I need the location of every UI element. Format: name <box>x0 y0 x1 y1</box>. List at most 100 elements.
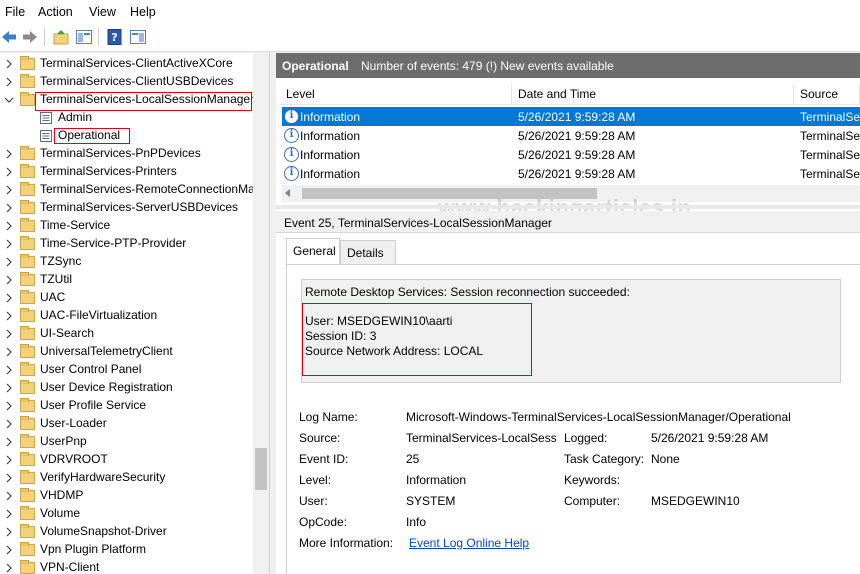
chevron-right-icon[interactable] <box>4 184 14 196</box>
chevron-down-icon[interactable] <box>4 94 14 106</box>
tree-item[interactable]: User Device Registration <box>0 379 260 397</box>
column-header-source[interactable]: Source <box>794 83 860 105</box>
tree-scrollbar[interactable] <box>253 53 269 574</box>
folder-icon <box>20 380 35 394</box>
tree-item[interactable]: User Control Panel <box>0 361 260 379</box>
tree-item[interactable]: TerminalServices-ServerUSBDevices <box>0 199 260 217</box>
chevron-right-icon[interactable] <box>4 274 14 286</box>
chevron-right-icon[interactable] <box>4 490 14 502</box>
column-header-level[interactable]: Level <box>280 83 512 105</box>
chevron-right-icon[interactable] <box>4 364 14 376</box>
chevron-right-icon[interactable] <box>4 436 14 448</box>
event-log-online-help-link[interactable]: Event Log Online Help <box>409 536 529 550</box>
tree-item[interactable]: TerminalServices-ClientUSBDevices <box>0 73 260 91</box>
chevron-right-icon[interactable] <box>4 238 14 250</box>
chevron-right-icon[interactable] <box>4 76 14 88</box>
tree-item[interactable]: VerifyHardwareSecurity <box>0 469 260 487</box>
tree-item[interactable]: TerminalServices-Printers <box>0 163 260 181</box>
chevron-right-icon[interactable] <box>4 400 14 412</box>
tree-item[interactable]: TZSync <box>0 253 260 271</box>
tree-scrollbar-thumb[interactable] <box>255 448 267 490</box>
scroll-left-icon[interactable] <box>285 189 290 197</box>
chevron-right-icon[interactable] <box>4 310 14 322</box>
column-header-date-time[interactable]: Date and Time <box>512 83 794 105</box>
tree-item-label: User-Loader <box>40 416 107 430</box>
keywords-label: Keywords: <box>564 473 621 487</box>
tree-item[interactable]: Operational <box>0 127 260 145</box>
tree-item-label: VPN-Client <box>40 560 100 574</box>
tree-item[interactable]: TerminalServices-PnPDevices <box>0 145 260 163</box>
folder-icon <box>20 488 35 502</box>
tree-item[interactable]: UI-Search <box>0 325 260 343</box>
tree-item[interactable]: VPN-Client <box>0 559 260 574</box>
chevron-right-icon[interactable] <box>4 418 14 430</box>
tree-item[interactable]: TZUtil <box>0 271 260 289</box>
chevron-right-icon[interactable] <box>4 166 14 178</box>
chevron-right-icon[interactable] <box>4 58 14 70</box>
chevron-right-icon[interactable] <box>4 382 14 394</box>
tree-item[interactable]: VHDMP <box>0 487 260 505</box>
tree-item[interactable]: Time-Service <box>0 217 260 235</box>
tree-item[interactable]: TerminalServices-ClientActiveXCore <box>0 55 260 73</box>
chevron-right-icon[interactable] <box>4 220 14 232</box>
main-pane: Operational Number of events: 479 (!) Ne… <box>276 53 860 574</box>
show-hide-action-pane-icon[interactable] <box>129 28 147 46</box>
tree-item[interactable]: User-Loader <box>0 415 260 433</box>
task-category-label: Task Category: <box>564 452 645 466</box>
event-row[interactable]: i Information 5/26/2021 9:59:28 AM Terminal… <box>282 126 860 145</box>
menu-action[interactable]: Action <box>38 5 73 19</box>
tree-item[interactable]: VDRVROOT <box>0 451 260 469</box>
tree-item[interactable]: UAC <box>0 289 260 307</box>
tree-item-label: UniversalTelemetryClient <box>40 344 173 358</box>
chevron-right-icon[interactable] <box>4 346 14 358</box>
chevron-right-icon[interactable] <box>4 526 14 538</box>
toolbar: ? <box>0 24 860 52</box>
folder-icon <box>20 182 35 196</box>
message-line: Remote Desktop Services: Session reconne… <box>305 285 630 299</box>
tree-item[interactable]: VolumeSnapshot-Driver <box>0 523 260 541</box>
chevron-right-icon[interactable] <box>4 292 14 304</box>
tree-item[interactable]: Admin <box>0 109 260 127</box>
event-row[interactable]: i Information 5/26/2021 9:59:28 AM Terminal… <box>282 107 860 126</box>
event-source: TerminalServices-LocalSessionManager <box>800 110 860 124</box>
tree-item-label: VerifyHardwareSecurity <box>40 470 166 484</box>
tree-item[interactable]: UAC-FileVirtualization <box>0 307 260 325</box>
pane-splitter[interactable] <box>276 205 860 209</box>
menu-file[interactable]: File <box>5 5 25 19</box>
chevron-right-icon[interactable] <box>4 544 14 556</box>
tree-item[interactable]: Vpn Plugin Platform <box>0 541 260 559</box>
menu-help[interactable]: Help <box>130 5 156 19</box>
general-panel: Remote Desktop Services: Session reconne… <box>286 264 860 574</box>
tree-item[interactable]: UserPnp <box>0 433 260 451</box>
highlight-box <box>302 303 532 376</box>
chevron-right-icon[interactable] <box>4 562 14 574</box>
chevron-right-icon[interactable] <box>4 328 14 340</box>
highlight-box <box>54 128 130 144</box>
tree-item-label: TerminalServices-ClientActiveXCore <box>40 56 233 70</box>
chevron-right-icon[interactable] <box>4 202 14 214</box>
tree-item[interactable]: UniversalTelemetryClient <box>0 343 260 361</box>
forward-arrow-icon[interactable] <box>21 28 39 46</box>
chevron-right-icon[interactable] <box>4 256 14 268</box>
log-title: Operational <box>282 59 349 73</box>
tab-general[interactable]: General <box>286 238 340 265</box>
folder-icon <box>20 398 35 412</box>
up-folder-icon[interactable] <box>52 28 70 46</box>
log-tree-pane[interactable]: TerminalServices-ClientActiveXCore Termin… <box>0 53 270 574</box>
chevron-right-icon[interactable] <box>4 472 14 484</box>
event-row[interactable]: i Information 5/26/2021 9:59:28 AM Terminal… <box>282 164 860 183</box>
event-row[interactable]: i Information 5/26/2021 9:59:28 AM Terminal… <box>282 145 860 164</box>
tree-item[interactable]: Volume <box>0 505 260 523</box>
tree-item[interactable]: Time-Service-PTP-Provider <box>0 235 260 253</box>
chevron-right-icon[interactable] <box>4 508 14 520</box>
chevron-right-icon[interactable] <box>4 454 14 466</box>
tab-details[interactable]: Details <box>340 240 396 264</box>
show-hide-tree-icon[interactable] <box>75 28 93 46</box>
chevron-right-icon[interactable] <box>4 148 14 160</box>
menu-view[interactable]: View <box>89 5 116 19</box>
help-icon[interactable]: ? <box>106 28 124 46</box>
information-icon: i <box>284 128 299 143</box>
tree-item[interactable]: User Profile Service <box>0 397 260 415</box>
tree-item[interactable]: TerminalServices-RemoteConnectionMa <box>0 181 260 199</box>
back-arrow-icon[interactable] <box>0 28 18 46</box>
